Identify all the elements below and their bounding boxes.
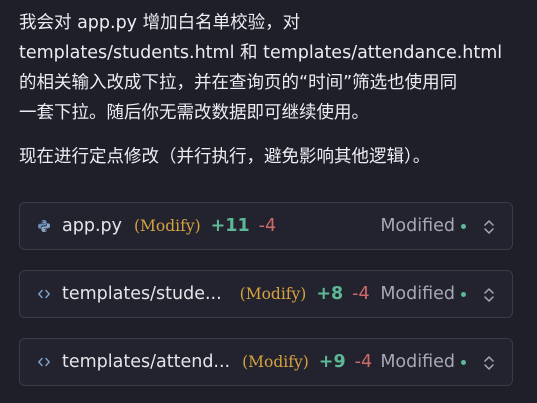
- additions-count: +11: [210, 216, 250, 236]
- file-status: Modified: [380, 216, 466, 236]
- file-name: app.py: [62, 216, 122, 236]
- status-label: Modified: [380, 352, 455, 372]
- file-name: templates/attend...: [62, 352, 231, 372]
- status-dot: [461, 223, 466, 229]
- file-change-card-app-py[interactable]: app.py (Modify) +11 -4 Modified: [19, 202, 513, 250]
- expand-collapse-icon[interactable]: [482, 353, 496, 373]
- status-label: Modified: [380, 284, 455, 304]
- expand-collapse-icon[interactable]: [482, 285, 496, 305]
- file-status: Modified: [380, 284, 466, 304]
- file-status: Modified: [380, 352, 466, 372]
- deletions-count: -4: [352, 284, 370, 304]
- operation-label: (Modify): [239, 285, 307, 303]
- python-file-icon: [36, 218, 52, 234]
- message-paragraph: 现在进行定点修改（并行执行，避免影响其他逻辑）。: [19, 147, 431, 167]
- code-file-icon: [36, 354, 52, 370]
- status-dot: [461, 359, 466, 365]
- file-name: templates/stude...: [62, 284, 222, 304]
- assistant-message: 我会对 app.py 增加白名单校验，对 templates/students.…: [19, 8, 519, 172]
- message-paragraph: 我会对 app.py 增加白名单校验，对 templates/students.…: [19, 13, 503, 123]
- file-change-card-students-html[interactable]: templates/stude... (Modify) +8 -4 Modifi…: [19, 270, 513, 318]
- operation-label: (Modify): [242, 353, 309, 371]
- status-label: Modified: [380, 216, 455, 236]
- code-file-icon: [36, 286, 52, 302]
- file-change-card-attendance-html[interactable]: templates/attend... (Modify) +9 -4 Modif…: [19, 338, 513, 386]
- operation-label: (Modify): [133, 217, 201, 235]
- additions-count: +8: [316, 284, 344, 304]
- deletions-count: -4: [354, 352, 373, 372]
- expand-collapse-icon[interactable]: [482, 217, 496, 237]
- additions-count: +9: [318, 352, 346, 372]
- status-dot: [461, 291, 466, 297]
- deletions-count: -4: [258, 216, 277, 236]
